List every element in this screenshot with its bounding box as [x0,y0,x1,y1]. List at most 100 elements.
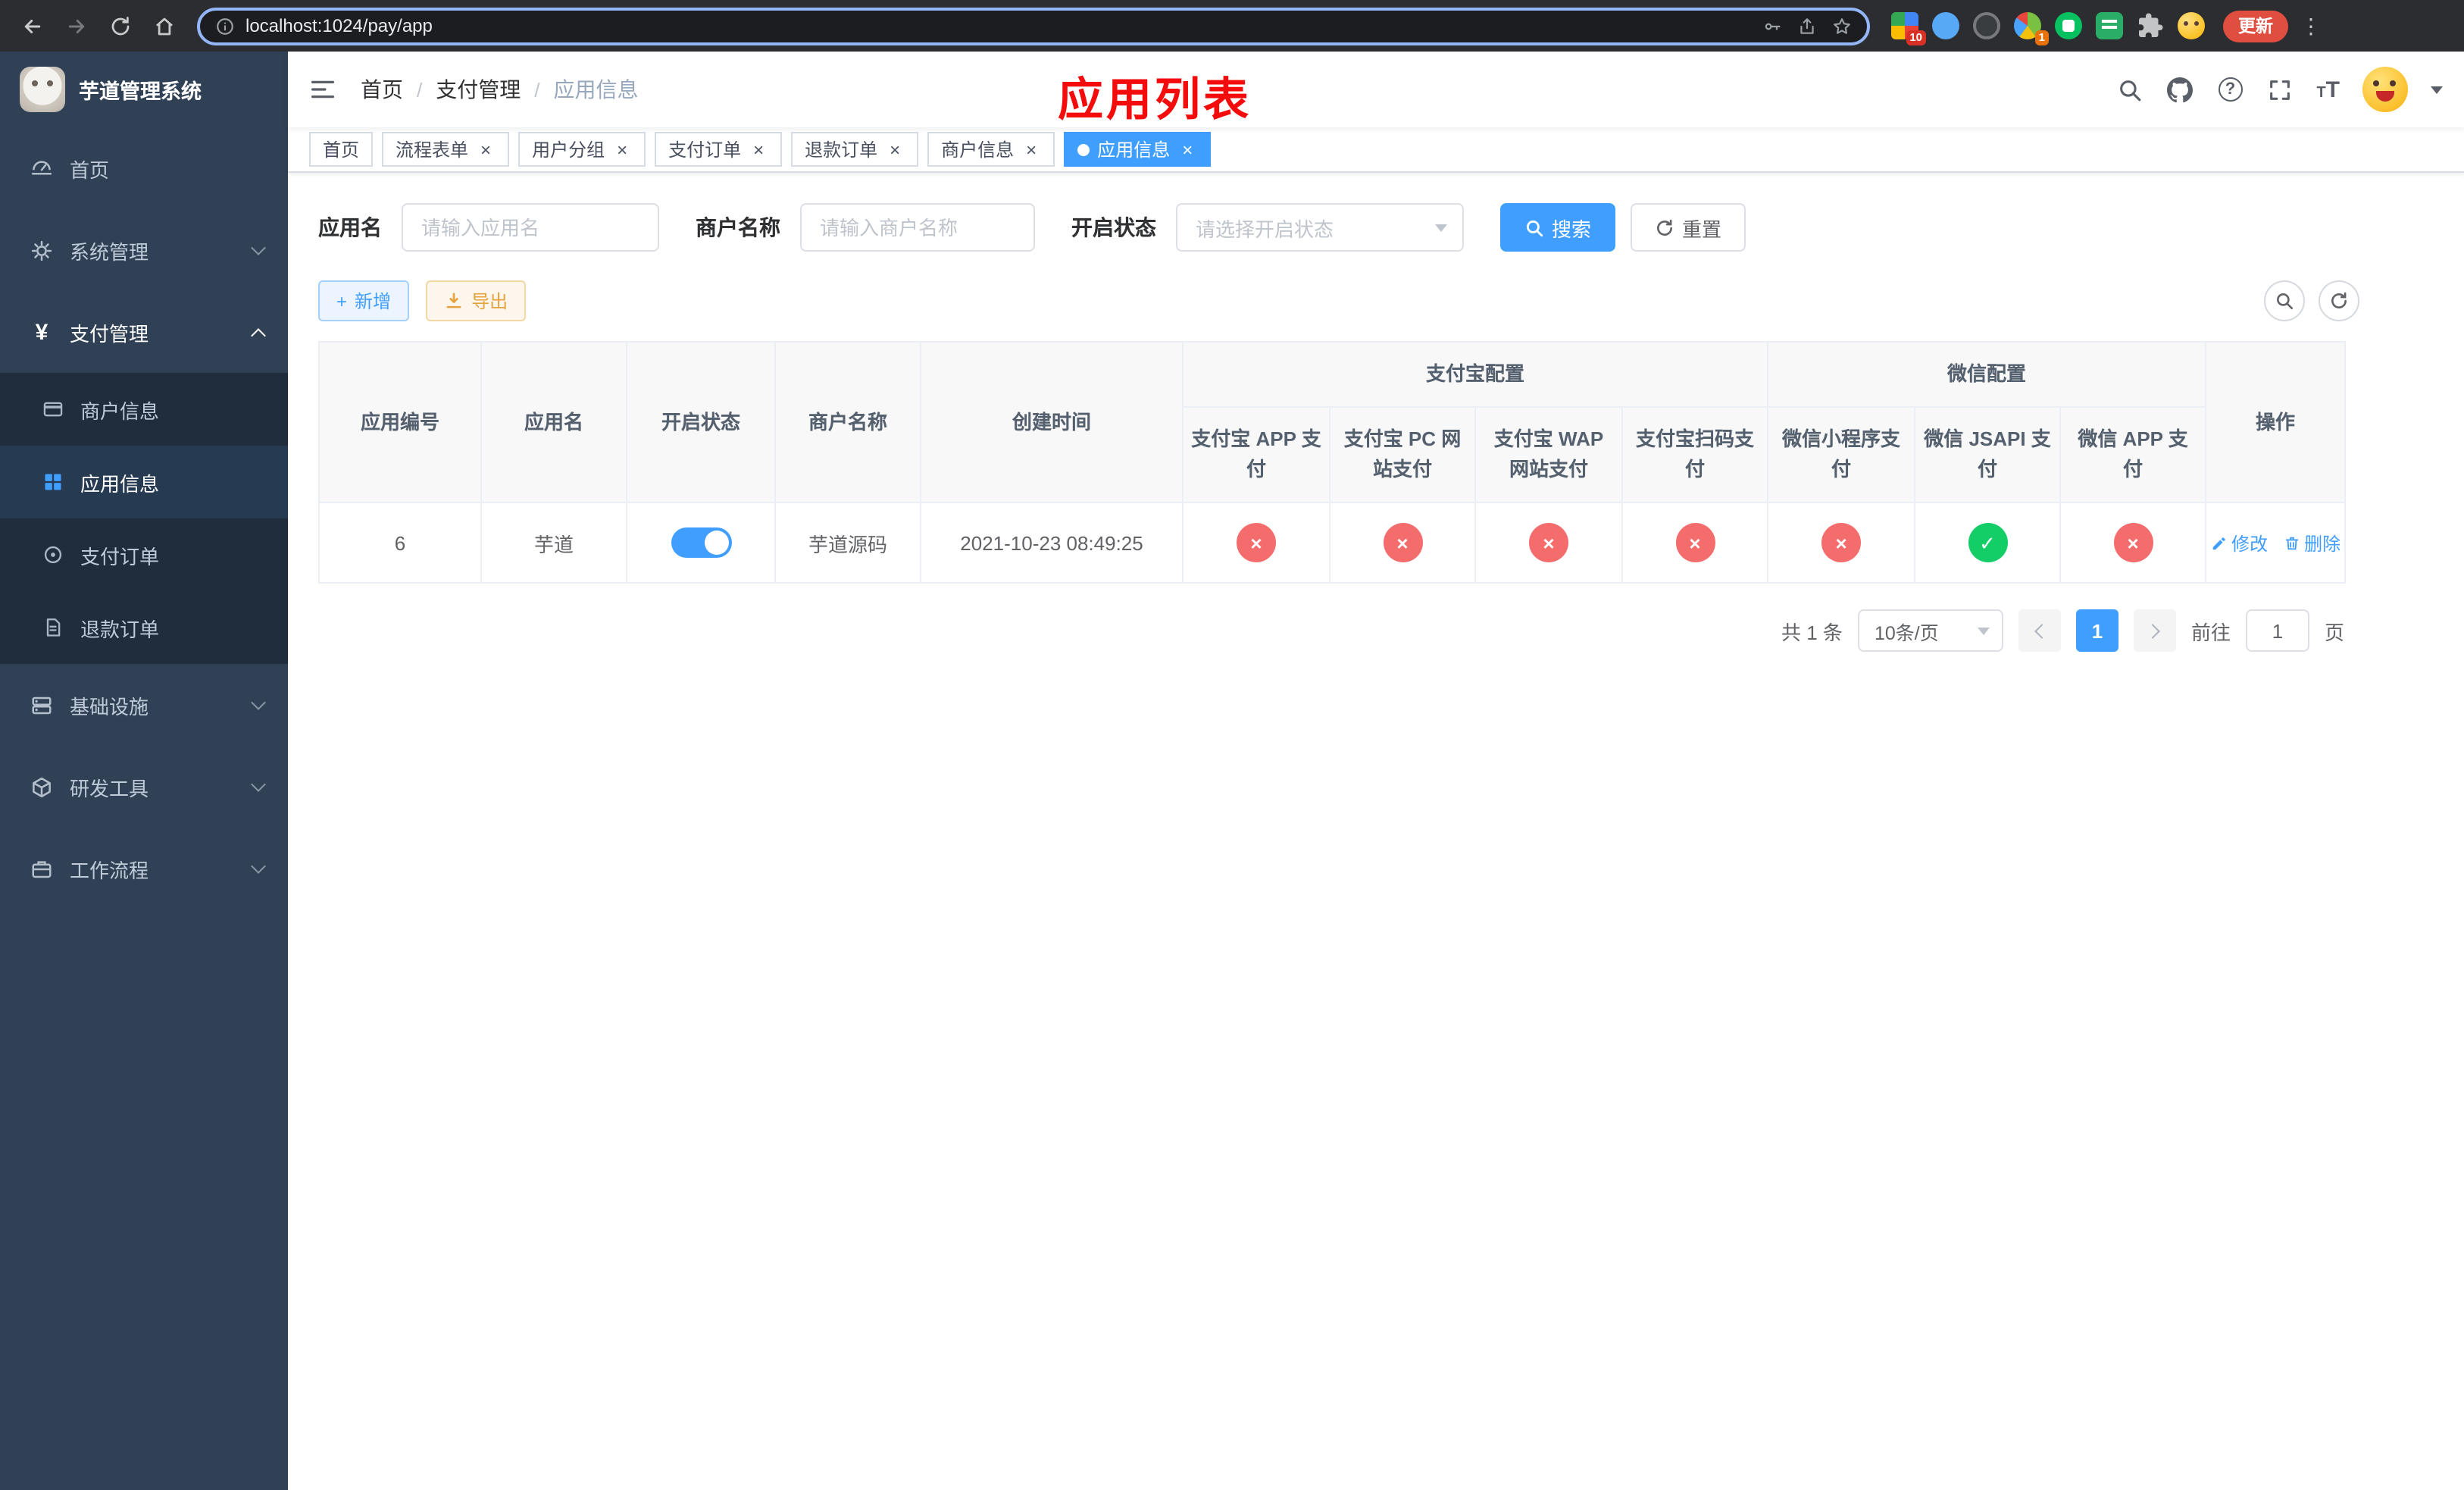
current-page-button[interactable]: 1 [2075,609,2118,653]
breadcrumb-home[interactable]: 首页 [361,74,403,105]
reset-button[interactable]: 重置 [1631,203,1746,252]
tab-item[interactable]: 商户信息 × [927,132,1055,167]
delete-link[interactable]: 删除 [2283,531,2340,556]
password-key-icon[interactable] [1762,16,1782,36]
extension-blue-icon[interactable] [1932,12,1959,39]
add-button[interactable]: + 新增 [318,280,410,321]
breadcrumb: 首页 / 支付管理 / 应用信息 [361,74,639,105]
url-text: localhost:1024/pay/app [245,15,433,36]
next-page-button[interactable] [2133,609,2176,653]
browser-back-button[interactable] [12,5,53,46]
page-annotation-title: 应用列表 [1058,76,1252,126]
page-unit-label: 页 [2324,621,2344,644]
sidebar-subitem-label: 应用信息 [80,472,160,495]
sidebar-subitem-merchant-info[interactable]: 商户信息 [0,373,288,446]
close-icon[interactable]: × [1177,139,1197,159]
extension-multi-icon[interactable]: 1 [2014,12,2049,45]
status-toggle[interactable] [671,527,731,559]
help-icon-button[interactable]: ? [2216,76,2244,103]
chevron-down-icon [251,240,266,255]
github-icon-button[interactable] [2166,76,2194,103]
sidebar-item-home[interactable]: 首页 [0,127,288,209]
goto-page-input[interactable] [2245,609,2309,653]
url-bar[interactable]: localhost:1024/pay/app [197,7,1870,45]
browser-forward-button[interactable] [56,5,97,46]
chevron-down-icon [251,777,266,792]
export-button[interactable]: 导出 [426,280,527,321]
refresh-table-button[interactable] [2319,280,2359,321]
wx-app-status-icon: × [2113,523,2153,563]
status-select[interactable]: 请选择开启状态 [1176,203,1464,252]
tab-app-info-active[interactable]: 应用信息 × [1064,132,1212,167]
cell-app-id: 6 [318,502,482,584]
chevron-right-icon [2145,623,2160,639]
bookmark-star-icon[interactable] [1832,16,1852,36]
breadcrumb-separator: / [417,78,423,101]
share-icon[interactable] [1797,16,1817,36]
tab-item[interactable]: 流程表单 × [382,132,510,167]
close-icon[interactable]: × [476,139,496,159]
alipay-app-status-icon: × [1237,523,1276,563]
sidebar-subitem-app-info[interactable]: 应用信息 [0,446,288,518]
browser-update-button[interactable]: 更新 [2223,10,2288,42]
col-header-created: 创建时间 [920,340,1184,504]
export-button-label: 导出 [471,291,508,312]
tab-label: 用户分组 [532,139,605,161]
sidebar-item-workflow[interactable]: 工作流程 [0,828,288,909]
back-arrow-icon [24,19,41,33]
browser-home-button[interactable] [144,5,185,46]
sidebar-item-infra[interactable]: 基础设施 [0,664,288,746]
tab-item[interactable]: 退款订单 × [791,132,919,167]
tab-label: 流程表单 [396,139,469,161]
search-button[interactable]: 搜索 [1500,203,1616,252]
page-size-select[interactable]: 10条/页 [1857,609,2003,653]
close-icon[interactable]: × [749,139,768,159]
hamburger-icon [311,80,334,99]
merchant-name-input[interactable] [800,203,1035,252]
yen-icon: ¥ [35,319,48,345]
browser-profile-avatar[interactable] [2178,12,2205,39]
plus-icon: + [336,290,348,311]
extension-dark-icon[interactable] [1973,12,2000,39]
sidebar-item-devtools[interactable]: 研发工具 [0,746,288,828]
prev-page-button[interactable] [2018,609,2061,653]
fontsize-icon-button[interactable]: TT [2316,78,2340,101]
chevron-down-icon [251,695,266,710]
tab-item[interactable]: 用户分组 × [518,132,646,167]
tab-item[interactable]: 支付订单 × [655,132,783,167]
trash-icon [2284,537,2298,550]
fullscreen-icon-button[interactable] [2266,76,2294,103]
table-row: 6 芋道 芋道源码 2021-10-23 08:49:25 × × × × × [318,502,2347,584]
sidebar-item-system[interactable]: 系统管理 [0,209,288,291]
browser-menu-icon[interactable]: ⋮ [2300,13,2322,39]
collapse-sidebar-button[interactable] [309,76,336,103]
app-name-input[interactable] [402,203,659,252]
extension-note-icon[interactable] [2096,12,2123,39]
breadcrumb-payment[interactable]: 支付管理 [436,74,521,105]
browser-reload-button[interactable] [100,5,141,46]
fullscreen-icon [2270,80,2290,99]
app-logo [20,67,65,112]
edit-link[interactable]: 修改 [2210,531,2268,556]
sidebar-subitem-refund-order[interactable]: 退款订单 [0,591,288,664]
tab-home[interactable]: 首页 [309,132,374,167]
sidebar-subitem-payment-order[interactable]: 支付订单 [0,518,288,591]
refund-doc-icon [42,617,64,638]
extension-wechat-icon[interactable] [2055,12,2082,39]
filter-form: 应用名 商户名称 开启状态 请选择开启状态 [318,203,2434,252]
extension-grid-icon[interactable]: 10 [1891,12,1926,45]
sidebar-item-payment[interactable]: ¥ 支付管理 [0,291,288,373]
close-icon[interactable]: × [612,139,632,159]
avatar-dropdown-caret-icon[interactable] [2431,86,2443,93]
app-logo-row[interactable]: 芋道管理系统 [0,52,288,127]
user-avatar[interactable] [2362,67,2408,112]
search-icon-button[interactable] [2116,76,2143,103]
close-icon[interactable]: × [885,139,905,159]
gear-icon [30,239,53,261]
extensions-puzzle-icon[interactable] [2137,12,2164,39]
sidebar-item-label: 工作流程 [70,859,149,881]
col-header-merchant: 商户名称 [774,340,921,504]
site-info-icon[interactable] [215,16,235,36]
hide-search-button[interactable] [2264,280,2305,321]
close-icon[interactable]: × [1021,139,1041,159]
